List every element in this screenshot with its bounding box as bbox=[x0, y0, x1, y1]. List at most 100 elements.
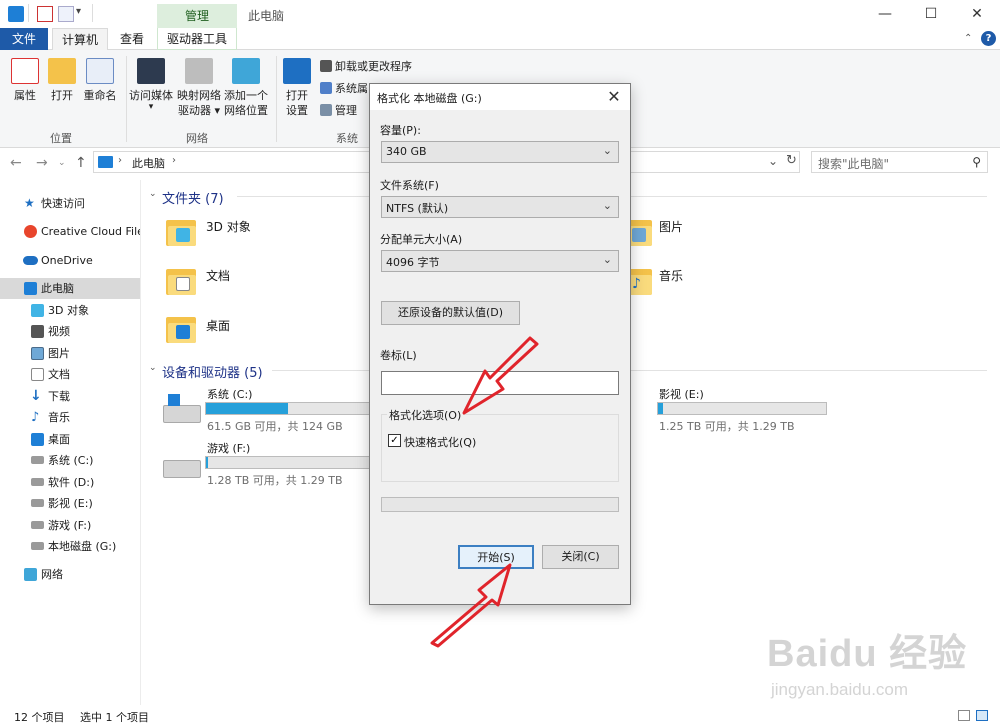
folder-3d-objects-icon[interactable] bbox=[166, 218, 196, 246]
tab-drive-tools[interactable]: 驱动器工具 bbox=[157, 28, 237, 50]
nav-label: 3D 对象 bbox=[48, 304, 89, 317]
forward-arrow-icon[interactable]: → bbox=[36, 155, 48, 171]
collapse-ribbon-icon[interactable]: ⌃ bbox=[964, 33, 972, 44]
nav-drive-f[interactable]: 游戏 (F:) bbox=[0, 515, 140, 536]
properties-button[interactable]: 属性 bbox=[6, 58, 44, 103]
tab-file[interactable]: 文件 bbox=[0, 28, 48, 50]
folder-pictures-label[interactable]: 图片 bbox=[659, 218, 683, 235]
folder-3d-objects-label[interactable]: 3D 对象 bbox=[206, 218, 251, 235]
folder-desktop-label[interactable]: 桌面 bbox=[206, 317, 230, 334]
up-arrow-icon[interactable]: ↑ bbox=[75, 155, 87, 171]
computer-icon bbox=[98, 156, 113, 168]
collapse-folders-icon[interactable]: ⌄ bbox=[149, 189, 157, 199]
restore-defaults-button[interactable]: 还原设备的默认值(D) bbox=[381, 301, 520, 325]
nav-pictures[interactable]: 图片 bbox=[0, 343, 140, 364]
new-folder-quick-icon[interactable] bbox=[58, 6, 74, 22]
details-view-icon[interactable] bbox=[958, 710, 970, 721]
open-settings-button[interactable]: 打开 设置 bbox=[281, 58, 313, 118]
nav-videos[interactable]: 视频 bbox=[0, 321, 140, 342]
nav-network[interactable]: 网络 bbox=[0, 564, 140, 585]
folder-documents-icon[interactable] bbox=[166, 267, 196, 295]
drive-e-name[interactable]: 影视 (E:) bbox=[659, 386, 704, 402]
nav-downloads[interactable]: ↓ 下载 bbox=[0, 386, 140, 407]
nav-drive-e[interactable]: 影视 (E:) bbox=[0, 493, 140, 514]
nav-creative-cloud[interactable]: Creative Cloud Files bbox=[0, 221, 140, 242]
file-system-label: 文件系统(F) bbox=[380, 179, 439, 192]
group-separator bbox=[276, 56, 277, 142]
network-icon bbox=[24, 568, 37, 581]
back-arrow-icon[interactable]: ← bbox=[10, 155, 22, 171]
access-media-button[interactable]: 访问媒体 ▾ bbox=[128, 58, 174, 112]
computer-icon bbox=[24, 282, 37, 295]
nav-label: 快速访问 bbox=[41, 197, 85, 210]
tab-view[interactable]: 查看 bbox=[112, 28, 152, 50]
nav-label: 桌面 bbox=[48, 433, 70, 446]
maximize-button[interactable]: ☐ bbox=[908, 0, 954, 28]
nav-music[interactable]: ♪ 音乐 bbox=[0, 407, 140, 428]
help-icon[interactable]: ? bbox=[981, 31, 996, 46]
allocation-size-select[interactable]: 4096 字节 ⌄ bbox=[381, 250, 619, 272]
document-icon bbox=[31, 368, 44, 381]
capacity-select[interactable]: 340 GB ⌄ bbox=[381, 141, 619, 163]
map-drive-label-1: 映射网络 bbox=[177, 89, 221, 102]
file-system-select[interactable]: NTFS (默认) ⌄ bbox=[381, 196, 619, 218]
nav-desktop[interactable]: 桌面 bbox=[0, 429, 140, 450]
quick-format-checkbox[interactable]: ✓ bbox=[388, 434, 401, 447]
group-label-system: 系统 bbox=[336, 132, 358, 145]
properties-quick-icon[interactable] bbox=[37, 6, 53, 22]
nav-onedrive[interactable]: OneDrive bbox=[0, 250, 140, 271]
quick-format-label[interactable]: 快速格式化(Q) bbox=[404, 434, 476, 450]
drive-f-icon[interactable] bbox=[163, 460, 201, 478]
drive-f-name[interactable]: 游戏 (F:) bbox=[207, 440, 250, 456]
dialog-close-button[interactable]: 关闭(C) bbox=[542, 545, 619, 569]
folder-music-label[interactable]: 音乐 bbox=[659, 267, 683, 284]
nav-label: 网络 bbox=[41, 568, 63, 581]
nav-3d-objects[interactable]: 3D 对象 bbox=[0, 300, 140, 321]
drive-c-name[interactable]: 系统 (C:) bbox=[207, 386, 252, 402]
cloud-icon bbox=[23, 256, 38, 265]
close-window-button[interactable]: ✕ bbox=[954, 0, 1000, 28]
drive-c-icon[interactable] bbox=[163, 394, 201, 423]
dialog-close-icon[interactable]: ✕ bbox=[604, 87, 624, 107]
tab-computer[interactable]: 计算机 bbox=[52, 28, 108, 51]
add-network-location-button[interactable]: 添加一个 网络位置 bbox=[223, 58, 269, 118]
manage-button[interactable]: 管理 bbox=[320, 103, 357, 119]
open-settings-label-1: 打开 bbox=[286, 89, 308, 102]
nav-label: 软件 (D:) bbox=[48, 476, 95, 489]
nav-label: 视频 bbox=[48, 325, 70, 338]
minimize-button[interactable]: — bbox=[862, 0, 908, 28]
breadcrumb[interactable]: 此电脑 bbox=[132, 155, 165, 171]
collapse-devices-icon[interactable]: ⌄ bbox=[149, 363, 157, 373]
volume-label-input[interactable] bbox=[381, 371, 619, 395]
folder-desktop-icon[interactable] bbox=[166, 315, 196, 343]
rename-button[interactable]: 重命名 bbox=[80, 58, 120, 103]
refresh-icon[interactable]: ↻ bbox=[786, 153, 797, 168]
start-button[interactable]: 开始(S) bbox=[458, 545, 534, 569]
system-properties-button[interactable]: 系统属 bbox=[320, 81, 368, 97]
quick-access-dropdown-icon[interactable]: ▾ bbox=[76, 6, 81, 17]
allocation-size-label: 分配单元大小(A) bbox=[380, 233, 463, 246]
computer-icon[interactable] bbox=[8, 6, 24, 22]
open-label: 打开 bbox=[51, 89, 73, 102]
address-dropdown-icon[interactable]: ⌄ bbox=[768, 154, 778, 168]
folder-documents-label[interactable]: 文档 bbox=[206, 267, 230, 284]
devices-section-header[interactable]: 设备和驱动器 (5) bbox=[162, 362, 263, 381]
search-icon[interactable]: ⚲ bbox=[972, 155, 981, 169]
nav-drive-c[interactable]: 系统 (C:) bbox=[0, 450, 140, 471]
map-drive-button[interactable]: 映射网络 驱动器 ▾ bbox=[176, 58, 222, 118]
nav-drive-d[interactable]: 软件 (D:) bbox=[0, 472, 140, 493]
nav-quick-access[interactable]: ★ 快速访问 bbox=[0, 193, 140, 214]
nav-this-pc[interactable]: 此电脑 bbox=[0, 278, 140, 299]
uninstall-button[interactable]: 卸载或更改程序 bbox=[320, 59, 412, 75]
large-icons-view-icon[interactable] bbox=[976, 710, 988, 721]
folders-section-header[interactable]: 文件夹 (7) bbox=[162, 188, 224, 207]
open-button[interactable]: 打开 bbox=[46, 58, 78, 103]
breadcrumb-chevron-icon[interactable]: › bbox=[118, 155, 122, 166]
search-input[interactable]: 搜索"此电脑" ⚲ bbox=[811, 151, 988, 173]
recent-locations-icon[interactable]: ⌄ bbox=[58, 158, 66, 168]
breadcrumb-chevron-icon[interactable]: › bbox=[172, 155, 176, 166]
nav-drive-g[interactable]: 本地磁盘 (G:) bbox=[0, 536, 140, 557]
nav-documents[interactable]: 文档 bbox=[0, 364, 140, 385]
drive-f-usage-fill bbox=[206, 457, 208, 468]
search-placeholder: 搜索"此电脑" bbox=[818, 157, 890, 171]
